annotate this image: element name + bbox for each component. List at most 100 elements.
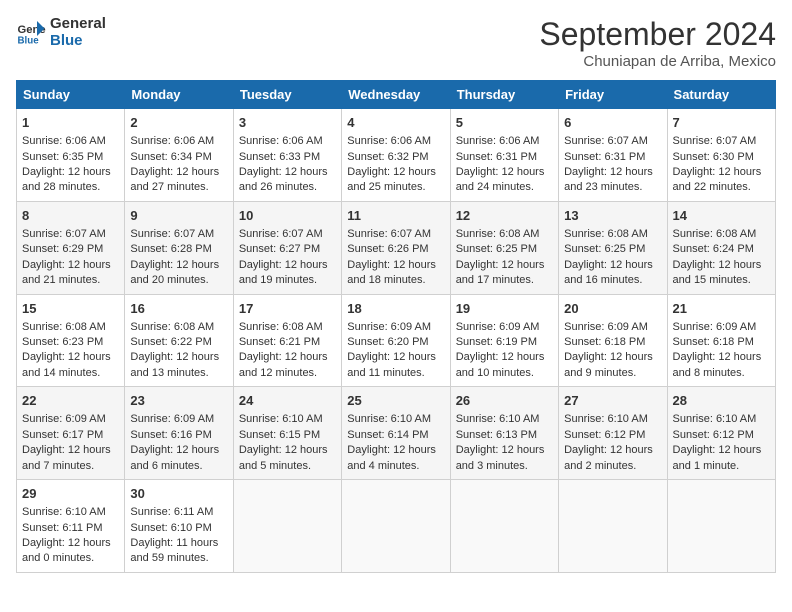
day-info-line: and 1 minute.: [673, 459, 770, 474]
day-info-line: and 59 minutes.: [130, 551, 227, 566]
calendar-cell: 29Sunrise: 6:10 AMSunset: 6:11 PMDayligh…: [17, 480, 125, 573]
day-info-line: Daylight: 12 hours: [673, 165, 770, 180]
day-number: 14: [673, 207, 770, 225]
calendar-cell: [667, 480, 775, 573]
day-info-line: Sunset: 6:30 PM: [673, 150, 770, 165]
day-info-line: Daylight: 12 hours: [347, 258, 444, 273]
day-info-line: Daylight: 12 hours: [564, 258, 661, 273]
day-info-line: and 14 minutes.: [22, 366, 119, 381]
day-info-line: Sunset: 6:12 PM: [673, 428, 770, 443]
day-number: 29: [22, 485, 119, 503]
day-number: 26: [456, 392, 553, 410]
page-subtitle: Chuniapan de Arriba, Mexico: [539, 53, 776, 70]
day-info-line: Sunset: 6:25 PM: [564, 242, 661, 257]
header-cell-sunday: Sunday: [17, 81, 125, 109]
calendar-cell: 19Sunrise: 6:09 AMSunset: 6:19 PMDayligh…: [450, 294, 558, 387]
day-info-line: Sunrise: 6:07 AM: [347, 227, 444, 242]
calendar-cell: 7Sunrise: 6:07 AMSunset: 6:30 PMDaylight…: [667, 109, 775, 202]
day-number: 5: [456, 114, 553, 132]
day-info-line: Daylight: 12 hours: [564, 165, 661, 180]
day-info-line: Sunrise: 6:06 AM: [347, 134, 444, 149]
day-number: 7: [673, 114, 770, 132]
day-info-line: Sunset: 6:14 PM: [347, 428, 444, 443]
header-cell-tuesday: Tuesday: [233, 81, 341, 109]
day-info-line: and 28 minutes.: [22, 180, 119, 195]
header-cell-saturday: Saturday: [667, 81, 775, 109]
day-info-line: and 13 minutes.: [130, 366, 227, 381]
day-number: 20: [564, 300, 661, 318]
day-info-line: Sunset: 6:28 PM: [130, 242, 227, 257]
day-info-line: and 12 minutes.: [239, 366, 336, 381]
day-info-line: Daylight: 12 hours: [22, 443, 119, 458]
calendar-cell: 30Sunrise: 6:11 AMSunset: 6:10 PMDayligh…: [125, 480, 233, 573]
calendar-cell: [559, 480, 667, 573]
day-info-line: Sunset: 6:27 PM: [239, 242, 336, 257]
page-title: September 2024: [539, 16, 776, 53]
day-info-line: Sunset: 6:31 PM: [456, 150, 553, 165]
day-info-line: Sunrise: 6:08 AM: [130, 320, 227, 335]
day-info-line: Daylight: 12 hours: [456, 165, 553, 180]
day-info-line: Sunrise: 6:08 AM: [239, 320, 336, 335]
calendar-cell: 24Sunrise: 6:10 AMSunset: 6:15 PMDayligh…: [233, 387, 341, 480]
day-info-line: Sunrise: 6:06 AM: [130, 134, 227, 149]
header-cell-wednesday: Wednesday: [342, 81, 450, 109]
day-number: 27: [564, 392, 661, 410]
day-number: 23: [130, 392, 227, 410]
day-info-line: Sunset: 6:25 PM: [456, 242, 553, 257]
logo-icon: General Blue: [16, 18, 46, 48]
calendar-cell: 13Sunrise: 6:08 AMSunset: 6:25 PMDayligh…: [559, 201, 667, 294]
calendar-cell: 3Sunrise: 6:06 AMSunset: 6:33 PMDaylight…: [233, 109, 341, 202]
calendar-cell: 17Sunrise: 6:08 AMSunset: 6:21 PMDayligh…: [233, 294, 341, 387]
day-info-line: Daylight: 12 hours: [22, 258, 119, 273]
day-number: 4: [347, 114, 444, 132]
day-info-line: Sunrise: 6:09 AM: [130, 412, 227, 427]
day-info-line: and 4 minutes.: [347, 459, 444, 474]
calendar-cell: 27Sunrise: 6:10 AMSunset: 6:12 PMDayligh…: [559, 387, 667, 480]
day-info-line: Sunset: 6:17 PM: [22, 428, 119, 443]
day-number: 1: [22, 114, 119, 132]
day-number: 16: [130, 300, 227, 318]
svg-text:Blue: Blue: [18, 35, 40, 46]
day-info-line: Daylight: 12 hours: [564, 350, 661, 365]
header-cell-friday: Friday: [559, 81, 667, 109]
calendar-week-row: 15Sunrise: 6:08 AMSunset: 6:23 PMDayligh…: [17, 294, 776, 387]
day-info-line: Daylight: 12 hours: [456, 350, 553, 365]
day-info-line: Sunrise: 6:07 AM: [130, 227, 227, 242]
day-number: 28: [673, 392, 770, 410]
day-info-line: Sunset: 6:34 PM: [130, 150, 227, 165]
day-info-line: and 7 minutes.: [22, 459, 119, 474]
calendar-cell: [233, 480, 341, 573]
day-info-line: Sunrise: 6:10 AM: [347, 412, 444, 427]
calendar-cell: 6Sunrise: 6:07 AMSunset: 6:31 PMDaylight…: [559, 109, 667, 202]
day-info-line: Sunset: 6:24 PM: [673, 242, 770, 257]
day-info-line: Daylight: 12 hours: [239, 165, 336, 180]
day-info-line: and 27 minutes.: [130, 180, 227, 195]
calendar-cell: 10Sunrise: 6:07 AMSunset: 6:27 PMDayligh…: [233, 201, 341, 294]
day-info-line: Daylight: 12 hours: [347, 165, 444, 180]
day-info-line: Daylight: 12 hours: [673, 350, 770, 365]
day-info-line: Sunrise: 6:10 AM: [456, 412, 553, 427]
day-info-line: Sunset: 6:29 PM: [22, 242, 119, 257]
day-info-line: Sunset: 6:10 PM: [130, 521, 227, 536]
calendar-cell: [342, 480, 450, 573]
day-info-line: Daylight: 12 hours: [347, 443, 444, 458]
day-info-line: Sunset: 6:12 PM: [564, 428, 661, 443]
calendar-cell: 20Sunrise: 6:09 AMSunset: 6:18 PMDayligh…: [559, 294, 667, 387]
day-info-line: and 6 minutes.: [130, 459, 227, 474]
day-info-line: Sunset: 6:18 PM: [673, 335, 770, 350]
logo-line1: General: [50, 16, 106, 33]
day-info-line: and 2 minutes.: [564, 459, 661, 474]
day-info-line: Sunset: 6:26 PM: [347, 242, 444, 257]
day-info-line: and 5 minutes.: [239, 459, 336, 474]
day-number: 12: [456, 207, 553, 225]
day-number: 18: [347, 300, 444, 318]
day-info-line: Sunrise: 6:09 AM: [22, 412, 119, 427]
calendar-cell: [450, 480, 558, 573]
day-info-line: Daylight: 11 hours: [130, 536, 227, 551]
day-info-line: and 24 minutes.: [456, 180, 553, 195]
day-info-line: Daylight: 12 hours: [239, 258, 336, 273]
day-info-line: and 26 minutes.: [239, 180, 336, 195]
day-number: 3: [239, 114, 336, 132]
day-info-line: Sunrise: 6:10 AM: [564, 412, 661, 427]
day-info-line: Sunrise: 6:06 AM: [22, 134, 119, 149]
